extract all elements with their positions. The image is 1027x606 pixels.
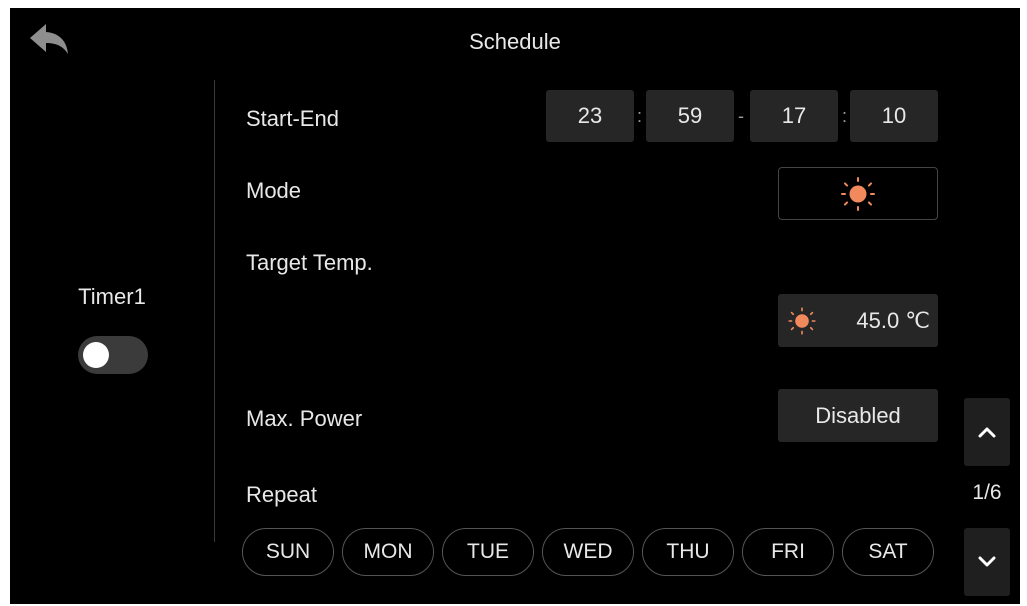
sun-heat-icon (841, 176, 875, 211)
time-separator: : (637, 106, 643, 126)
range-separator: - (738, 106, 744, 126)
start-end-label: Start-End (246, 106, 339, 131)
target-temp-field[interactable]: 45.0 ℃ (778, 294, 938, 347)
day-wed-button[interactable]: WED (542, 528, 634, 576)
timer-panel: Timer1 (10, 78, 214, 548)
max-power-selector[interactable]: Disabled (778, 389, 938, 442)
day-sun-button[interactable]: SUN (242, 528, 334, 576)
page-title: Schedule (469, 29, 561, 54)
day-mon-button[interactable]: MON (342, 528, 434, 576)
toggle-knob (83, 342, 109, 368)
target-temp-label: Target Temp. (246, 250, 373, 275)
max-power-label: Max. Power (246, 406, 363, 431)
day-fri-button[interactable]: FRI (742, 528, 834, 576)
day-sat-button[interactable]: SAT (842, 528, 934, 576)
repeat-label: Repeat (246, 482, 317, 507)
time-separator: : (842, 106, 848, 126)
start-hour-field[interactable]: 23 (546, 90, 634, 142)
mode-label: Mode (246, 178, 302, 203)
sun-heat-icon (788, 307, 816, 335)
end-minute-field[interactable]: 10 (850, 90, 938, 142)
page-up-button[interactable] (964, 398, 1010, 466)
target-temp-value: 45.0 ℃ (856, 308, 930, 333)
timer-toggle[interactable] (78, 336, 148, 374)
schedule-screen: Schedule Timer1 Start-End 23 : 59 - 17 :… (10, 8, 1020, 604)
page-down-button[interactable] (964, 528, 1010, 596)
start-minute-field[interactable]: 59 (646, 90, 734, 142)
page-indicator: 1/6 (972, 481, 1002, 504)
end-hour-field[interactable]: 17 (750, 90, 838, 142)
mode-selector[interactable] (778, 167, 938, 220)
vertical-divider (214, 80, 215, 542)
chevron-down-icon (978, 556, 996, 567)
timer-label: Timer1 (78, 284, 146, 309)
day-tue-button[interactable]: TUE (442, 528, 534, 576)
chevron-up-icon (978, 427, 996, 438)
day-thu-button[interactable]: THU (642, 528, 734, 576)
